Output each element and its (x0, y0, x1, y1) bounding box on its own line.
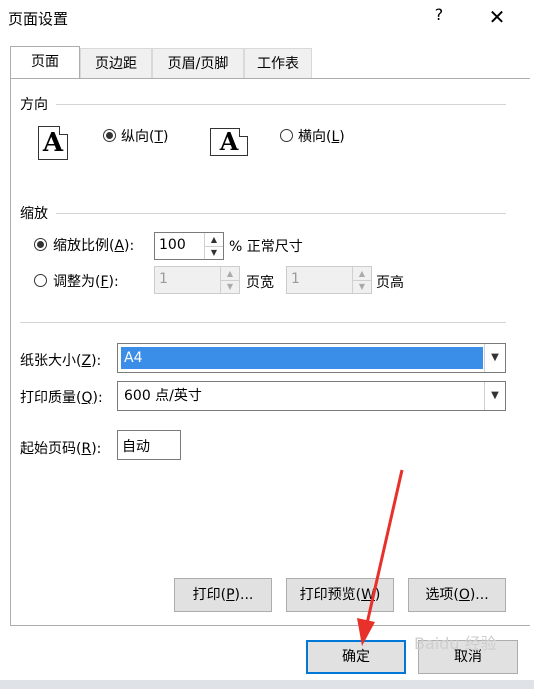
adjust-to-radio[interactable] (34, 238, 47, 251)
print-quality-value[interactable]: 600 点/英寸 (121, 385, 483, 407)
scale-percent-suffix: % 正常尺寸 (229, 239, 303, 255)
landscape-radio[interactable] (280, 129, 293, 142)
spin-down-icon[interactable]: ▼ (205, 246, 223, 259)
tab-margins[interactable]: 页边距 (80, 48, 152, 78)
scaling-heading: 缩放 (20, 206, 48, 222)
print-preview-button[interactable]: 打印预览(W) (286, 578, 394, 612)
tab-strip: 页面 页边距 页眉/页脚 工作表 (10, 46, 530, 78)
portrait-page-icon: A (38, 126, 68, 160)
print-quality-label: 打印质量(Q): (20, 390, 103, 406)
scaling-divider (56, 213, 506, 214)
spin-down-icon[interactable]: ▼ (353, 280, 371, 293)
spin-up-icon[interactable]: ▲ (353, 267, 371, 281)
scale-percent-spinner[interactable]: 100 ▲ ▼ (154, 232, 224, 260)
tab-page[interactable]: 页面 (10, 46, 80, 78)
options-button[interactable]: 选项(O)... (408, 578, 506, 612)
pages-tall-value[interactable]: 1 (291, 271, 300, 287)
landscape-page-icon: A (210, 128, 248, 156)
adjust-to-label[interactable]: 缩放比例(A): (53, 235, 134, 255)
page-setup-dialog: 页面设置 ? ✕ 页面 页边距 页眉/页脚 工作表 方向 A 纵向(T) A 横… (0, 0, 534, 689)
close-icon[interactable]: ✕ (482, 4, 512, 30)
spin-up-icon[interactable]: ▲ (205, 233, 223, 247)
chevron-down-icon[interactable]: ▼ (484, 382, 505, 410)
print-quality-select[interactable]: 600 点/英寸 ▼ (117, 381, 506, 411)
scaling-bottom-divider (20, 322, 506, 323)
ok-button[interactable]: 确定 (306, 640, 406, 674)
landscape-label[interactable]: 横向(L) (298, 126, 345, 146)
portrait-label[interactable]: 纵向(T) (121, 126, 169, 146)
pages-wide-value[interactable]: 1 (159, 271, 168, 287)
watermark: Baidu 经验 (414, 634, 497, 653)
tab-sheet[interactable]: 工作表 (244, 48, 312, 78)
spin-up-icon[interactable]: ▲ (221, 267, 239, 281)
paper-size-select[interactable]: A4 ▼ (117, 343, 506, 373)
tab-header-footer[interactable]: 页眉/页脚 (152, 48, 244, 78)
spin-down-icon[interactable]: ▼ (221, 280, 239, 293)
fit-to-label[interactable]: 调整为(F): (53, 271, 119, 291)
first-page-number-label: 起始页码(R): (20, 441, 102, 457)
paper-size-value[interactable]: A4 (121, 347, 483, 369)
paper-size-label: 纸张大小(Z): (20, 353, 102, 369)
portrait-radio[interactable] (103, 129, 116, 142)
orientation-heading: 方向 (20, 97, 48, 113)
pages-wide-label: 页宽 (246, 275, 274, 291)
first-page-number-input[interactable]: 自动 (117, 430, 181, 460)
help-icon[interactable]: ? (428, 5, 450, 29)
pages-tall-label: 页高 (376, 275, 404, 291)
scale-percent-value[interactable]: 100 (159, 237, 186, 253)
first-page-number-value[interactable]: 自动 (122, 436, 150, 456)
dialog-title: 页面设置 (8, 10, 69, 28)
pages-wide-spinner[interactable]: 1 ▲ ▼ (154, 266, 240, 294)
background-window-strip (0, 680, 534, 689)
title-bar: 页面设置 ? ✕ (0, 0, 534, 36)
fit-to-radio[interactable] (34, 274, 47, 287)
chevron-down-icon[interactable]: ▼ (484, 344, 505, 372)
orientation-divider (56, 104, 506, 105)
pages-tall-spinner[interactable]: 1 ▲ ▼ (286, 266, 372, 294)
print-button[interactable]: 打印(P)... (174, 578, 272, 612)
